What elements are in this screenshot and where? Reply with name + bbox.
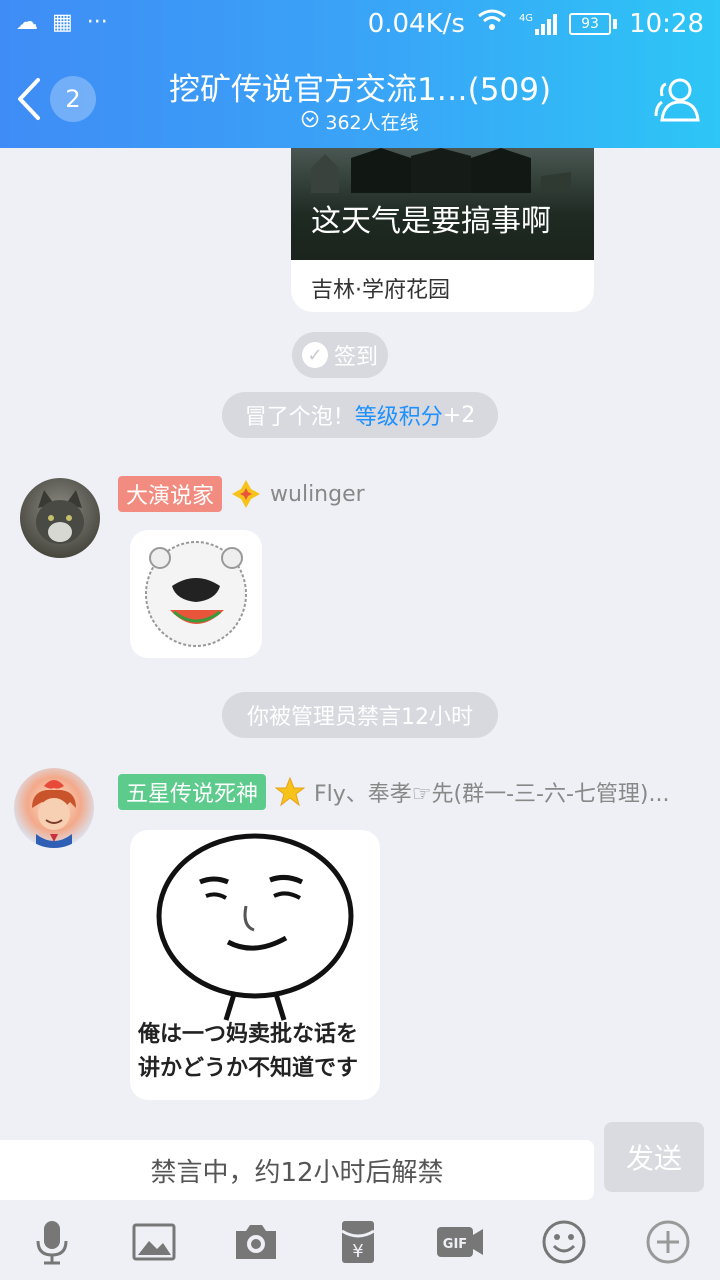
nav-bar: 2 挖矿传说官方交流1…(509) 362人在线 <box>0 50 720 148</box>
mute-notice: 你被管理员禁言12小时 <box>222 692 498 738</box>
star-icon <box>274 776 306 807</box>
avatar[interactable] <box>14 768 94 848</box>
send-button[interactable]: 发送 <box>604 1122 704 1192</box>
signal-icon: 4G <box>519 13 558 35</box>
level-points-notice: 冒了个泡！ 等级积分 +2 <box>222 392 498 438</box>
avatar[interactable] <box>20 478 100 558</box>
chevron-left-icon <box>18 78 40 120</box>
gif-button[interactable]: GIF <box>432 1214 488 1270</box>
emoji-icon <box>542 1220 586 1264</box>
camera-icon <box>236 1225 276 1259</box>
voice-button[interactable] <box>24 1214 80 1270</box>
header: ☁ ▦ ··· 0.04K/s 4G 93 10:28 2 挖矿传说官方交流1…… <box>0 0 720 148</box>
battery-icon: 93 <box>569 12 618 35</box>
title-tag: 五星传说死神 <box>118 774 267 810</box>
image-icon <box>132 1223 176 1261</box>
anime-avatar-image <box>32 780 76 848</box>
sticker-message[interactable] <box>130 530 262 658</box>
status-bar: ☁ ▦ ··· 0.04K/s 4G 93 10:28 <box>0 0 720 50</box>
card-location: 吉林·学府花园 <box>311 278 450 303</box>
group-members-button[interactable] <box>650 72 704 126</box>
image-button[interactable] <box>126 1214 182 1270</box>
sender-name[interactable]: wulinger <box>270 482 365 507</box>
sender-name[interactable]: Fly、奉孝☞先(群一-三-六-七管理)... <box>314 776 669 808</box>
sender-info: 五星传说死神 Fly、奉孝☞先(群一-三-六-七管理)... <box>118 774 708 810</box>
more-icon: ··· <box>86 10 108 35</box>
network-speed: 0.04K/s <box>367 8 465 39</box>
card-image: 这天气是要搞事啊 <box>291 148 594 260</box>
cloud-icon: ☁ <box>16 10 38 35</box>
sticker-message[interactable]: 俺は一つ妈卖批な话を 讲かどうか不知道です <box>130 830 380 1100</box>
wifi-icon <box>477 8 507 39</box>
diamond-star-icon <box>232 480 261 508</box>
houses-silhouette <box>311 148 571 193</box>
back-button[interactable]: 2 <box>12 74 108 124</box>
chevron-down-circle-icon <box>301 110 319 133</box>
plus-icon <box>646 1220 690 1264</box>
sender-info: 大演说家 wulinger <box>118 476 365 512</box>
card-image-text: 这天气是要搞事啊 <box>311 204 551 239</box>
message-input[interactable]: 禁言中，约12小时后解禁 <box>0 1140 594 1200</box>
red-packet-icon: ¥ <box>341 1221 375 1263</box>
shared-card-message[interactable]: 这天气是要搞事啊 吉林·学府花园 <box>291 148 594 312</box>
cat-avatar-image <box>36 490 84 544</box>
camera-button[interactable] <box>228 1214 284 1270</box>
level-points-link[interactable]: 等级积分 <box>355 399 443 431</box>
online-count[interactable]: 362人在线 <box>130 108 590 135</box>
clock: 10:28 <box>629 8 704 39</box>
group-title[interactable]: 挖矿传说官方交流1…(509) <box>130 64 590 109</box>
gif-icon: GIF <box>437 1227 483 1257</box>
svg-text:GIF: GIF <box>443 1237 467 1252</box>
unread-badge: 2 <box>50 76 96 122</box>
sticker-caption: 俺は一つ妈卖批な话を 讲かどうか不知道です <box>138 1022 359 1081</box>
check-icon: ✓ <box>301 342 328 368</box>
bear-sticker-image <box>145 541 247 647</box>
svg-text:¥: ¥ <box>352 1241 363 1262</box>
sign-in-notice[interactable]: ✓ 签到 <box>292 332 388 378</box>
people-icon <box>654 78 700 122</box>
meme-face-image <box>156 833 354 1021</box>
apps-icon: ▦ <box>52 10 73 35</box>
emoji-button[interactable] <box>536 1214 592 1270</box>
microphone-icon <box>36 1221 68 1265</box>
more-button[interactable] <box>640 1214 696 1270</box>
red-packet-button[interactable]: ¥ <box>330 1214 386 1270</box>
input-toolbar: ¥ GIF <box>0 1206 720 1280</box>
title-tag: 大演说家 <box>118 476 223 512</box>
